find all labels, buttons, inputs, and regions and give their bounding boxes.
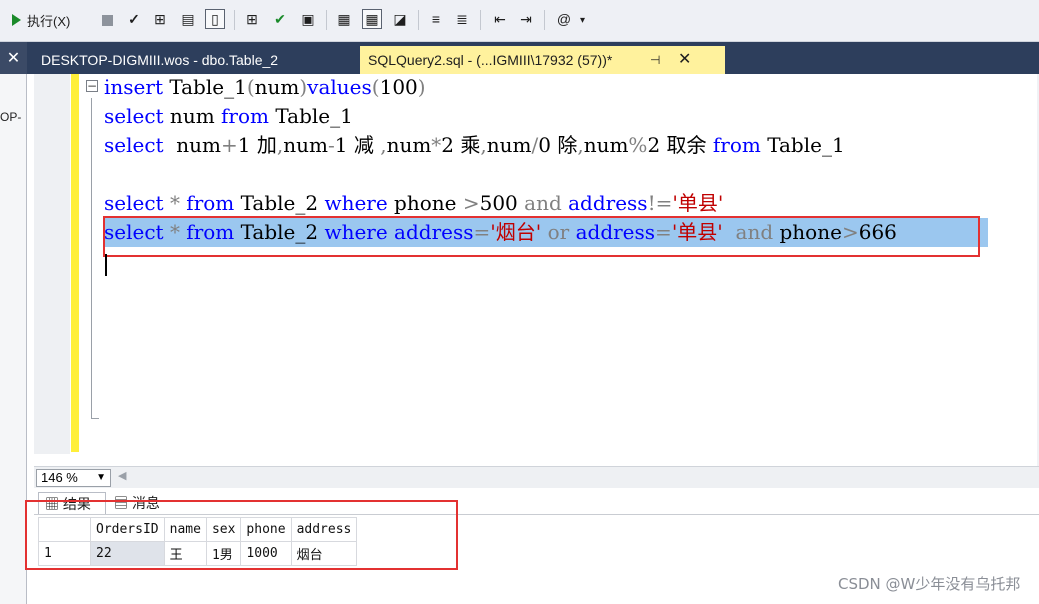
zoom-bar: 146 % ▼ ◀ bbox=[34, 466, 1039, 488]
toolbar-separator bbox=[544, 10, 545, 30]
toolbar-overflow-icon[interactable]: ▾ bbox=[580, 9, 585, 31]
sql-editor[interactable]: − insert Table_1(num)values(100) select … bbox=[34, 74, 1039, 466]
results-file-icon[interactable]: ◪ bbox=[390, 9, 410, 29]
object-explorer-partial-label: OP- bbox=[0, 110, 22, 124]
highlight-annotation-results bbox=[25, 500, 458, 570]
decrease-indent-icon[interactable]: ⇤ bbox=[490, 9, 510, 29]
stop-icon bbox=[102, 14, 113, 26]
results-to-grid-icon[interactable]: ▦ bbox=[334, 9, 354, 29]
collapse-outline-icon[interactable]: − bbox=[86, 80, 98, 92]
pin-icon[interactable]: ⊣ bbox=[650, 46, 660, 74]
execute-label: 执行(X) bbox=[27, 13, 71, 29]
text-caret bbox=[105, 254, 107, 276]
code-line-2: select num from Table_1 bbox=[104, 104, 353, 128]
chevron-down-icon: ▼ bbox=[96, 472, 106, 483]
outline-guide bbox=[91, 98, 92, 418]
zoom-value: 146 % bbox=[41, 470, 78, 485]
outline-guide-end bbox=[91, 418, 99, 419]
toolbar-separator bbox=[480, 10, 481, 30]
code-line-5: select * from Table_2 where phone >500 a… bbox=[104, 191, 724, 215]
zoom-select[interactable]: 146 % ▼ bbox=[36, 469, 111, 487]
uncomment-lines-icon[interactable]: ≣ bbox=[452, 9, 472, 29]
specify-values-icon[interactable]: @ bbox=[554, 9, 574, 29]
comment-lines-icon[interactable]: ≡ bbox=[426, 9, 446, 29]
close-icon[interactable]: ✕ bbox=[0, 42, 27, 74]
live-stats-icon[interactable]: ▣ bbox=[298, 9, 318, 29]
parse-check-icon[interactable]: ✓ bbox=[124, 9, 144, 29]
close-tab-icon[interactable]: ✕ bbox=[678, 46, 691, 74]
highlight-annotation-query bbox=[103, 216, 980, 257]
execute-button[interactable]: 执行(X) bbox=[12, 9, 70, 31]
increase-indent-icon[interactable]: ⇥ bbox=[516, 9, 536, 29]
object-explorer-panel: ✕ OP- bbox=[0, 42, 27, 604]
toolbar-separator bbox=[418, 10, 419, 30]
results-to-file-icon[interactable]: ▯ bbox=[205, 9, 225, 29]
tab-sqlquery2[interactable]: SQLQuery2.sql - (...IGMIII\17932 (57))* … bbox=[360, 46, 725, 74]
play-icon bbox=[12, 14, 21, 26]
watermark: CSDN @W少年没有乌托邦 bbox=[838, 575, 1021, 593]
results-to-text-icon[interactable]: ▤ bbox=[178, 9, 198, 29]
toolbar-separator bbox=[234, 10, 235, 30]
tab-table-2[interactable]: DESKTOP-DIGMIII.wos - dbo.Table_2 bbox=[35, 46, 284, 74]
estimated-plan-icon[interactable]: ⊞ bbox=[150, 9, 170, 29]
actual-plan-icon[interactable]: ⊞ bbox=[242, 9, 262, 29]
scroll-left-icon[interactable]: ◀ bbox=[118, 469, 126, 482]
stop-button[interactable] bbox=[102, 9, 113, 31]
editor-gutter bbox=[34, 74, 70, 454]
results-grid-active-icon[interactable]: ▦ bbox=[362, 9, 382, 29]
code-line-3: select num+1 加,num-1 减 ,num*2 乘,num/0 除,… bbox=[104, 133, 845, 157]
main-toolbar: 执行(X) ✓ ⊞ ▤ ▯ ⊞ ✔ ▣ ▦ ▦ ◪ ≡ ≣ ⇤ ⇥ @ ▾ bbox=[0, 0, 1039, 42]
toolbar-separator bbox=[326, 10, 327, 30]
client-stats-icon[interactable]: ✔ bbox=[270, 9, 290, 29]
document-tab-bar: DESKTOP-DIGMIII.wos - dbo.Table_2 SQLQue… bbox=[27, 42, 1039, 74]
code-line-1: insert Table_1(num)values(100) bbox=[104, 75, 426, 99]
change-tracking-margin bbox=[71, 74, 79, 452]
tab-sqlquery2-label: SQLQuery2.sql - (...IGMIII\17932 (57))* bbox=[368, 52, 613, 68]
